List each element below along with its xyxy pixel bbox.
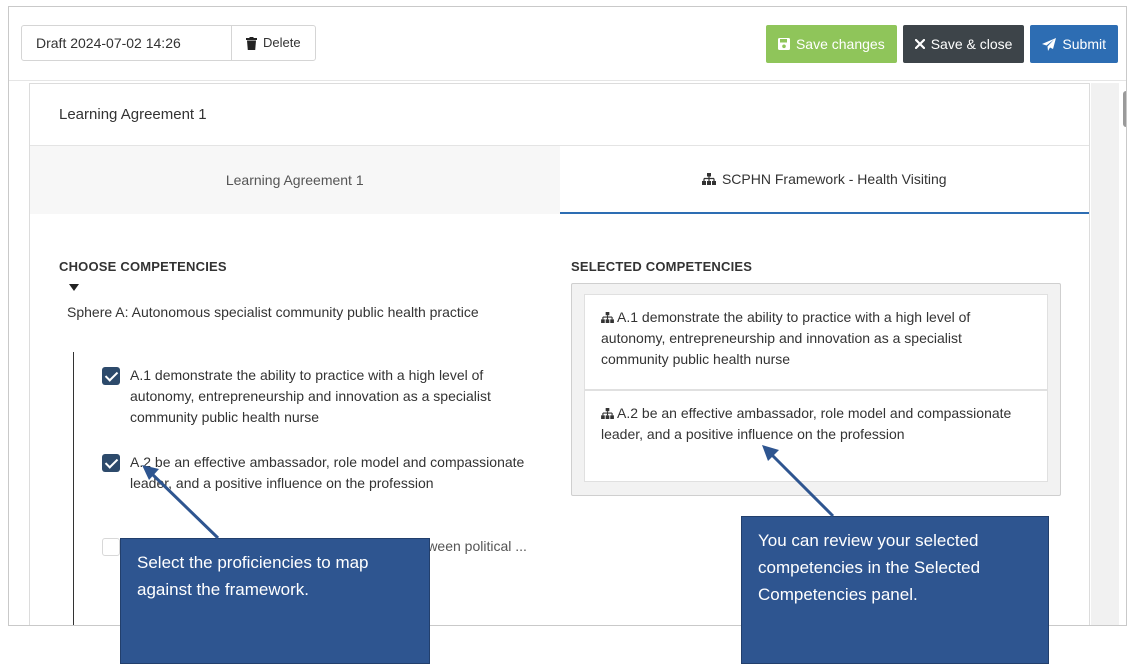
selected-item-text: A.1 demonstrate the ability to practice … [601,309,971,367]
selected-item-a1[interactable]: A.1 demonstrate the ability to practice … [584,294,1048,390]
draft-group: Draft 2024-07-02 14:26 Delete [21,25,316,61]
paper-plane-icon [1042,37,1057,51]
sitemap-icon [601,312,614,323]
scrollbar-thumb[interactable] [1123,91,1126,127]
submit-button[interactable]: Submit [1030,25,1118,63]
tabs: Learning Agreement 1 SCPHN Framework - H… [30,146,1089,214]
floppy-disk-icon [777,38,790,50]
competency-item-a1[interactable]: A.1 demonstrate the ability to practice … [102,365,542,428]
tree-line [73,352,74,625]
toolbar-divider [9,80,1126,81]
card-title: Learning Agreement 1 [30,84,1089,146]
sitemap-icon [601,408,614,419]
sphere-label[interactable]: Sphere A: Autonomous specialist communit… [67,302,527,323]
tab-learning-agreement[interactable]: Learning Agreement 1 [30,146,560,214]
selected-item-a2[interactable]: A.2 be an effective ambassador, role mod… [584,390,1048,482]
competency-text: A.1 demonstrate the ability to practice … [130,367,491,425]
delete-label: Delete [263,35,301,50]
scrollbar-track[interactable] [1091,83,1119,625]
trash-icon [246,36,257,50]
selected-competencies-panel: A.1 demonstrate the ability to practice … [571,283,1061,496]
close-icon [914,39,925,49]
top-actions: Save changes Save & close Submit [765,25,1118,63]
competency-checkbox[interactable] [102,367,120,385]
tab-scphn-framework[interactable]: SCPHN Framework - Health Visiting [559,146,1089,214]
save-changes-label: Save changes [795,36,885,52]
save-close-label: Save & close [930,36,1013,52]
selected-competencies-title: SELECTED COMPETENCIES [571,259,753,274]
save-changes-button[interactable]: Save changes [765,25,897,63]
tab-label: Learning Agreement 1 [225,172,364,188]
callout-select-proficiencies: Select the proficiencies to map against … [120,538,430,664]
competency-checkbox[interactable] [102,538,120,556]
callout-review-selected: You can review your selected competencie… [741,516,1049,664]
competency-checkbox[interactable] [102,454,120,472]
sitemap-icon [701,173,716,185]
submit-label: Submit [1062,36,1106,52]
choose-competencies-title: CHOOSE COMPETENCIES [59,259,227,274]
selected-item-text: A.2 be an effective ambassador, role mod… [601,405,1012,442]
tab-label: SCPHN Framework - Health Visiting [721,171,947,187]
collapse-caret-icon[interactable] [69,284,79,291]
delete-button[interactable]: Delete [232,26,315,60]
competency-item-a2[interactable]: A.2 be an effective ambassador, role mod… [102,452,542,494]
competency-text: A.2 be an effective ambassador, role mod… [130,454,525,491]
save-close-button[interactable]: Save & close [902,25,1025,63]
draft-label[interactable]: Draft 2024-07-02 14:26 [22,26,232,60]
